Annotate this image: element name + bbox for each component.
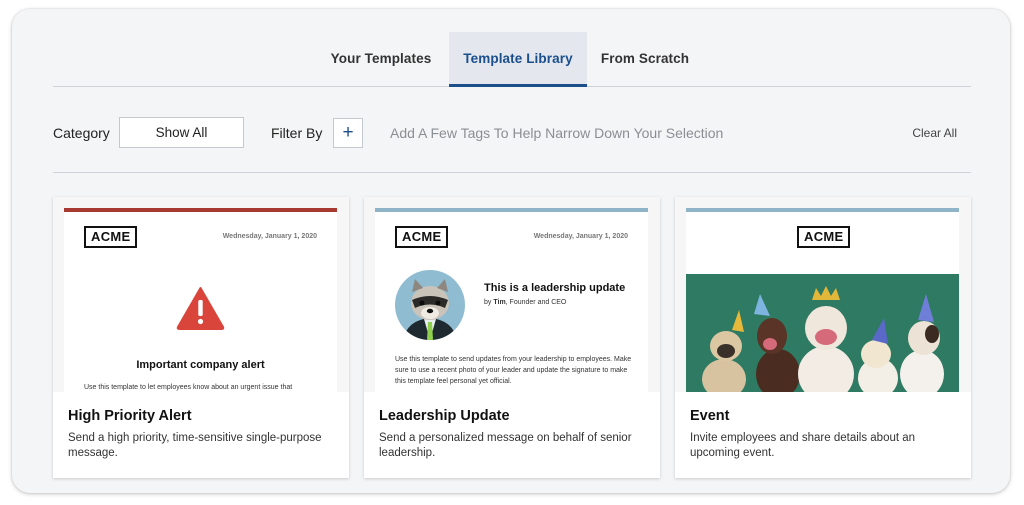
card-description: Send a personalized message on behalf of… bbox=[379, 432, 632, 459]
email-preview-sheet: ACME Wednesday, January 1, 2020 Importan… bbox=[64, 208, 337, 392]
header-accent-bar bbox=[686, 208, 959, 212]
preview-date: Wednesday, January 1, 2020 bbox=[533, 233, 628, 240]
card-info: Leadership Update Send a personalized me… bbox=[364, 392, 660, 478]
filter-bar: Category Show All Filter By + Add A Few … bbox=[53, 117, 971, 150]
template-card-event[interactable]: ACME Event Invite employees and share de… bbox=[675, 197, 971, 478]
tab-your-templates[interactable]: Your Templates bbox=[318, 32, 444, 86]
acme-logo: ACME bbox=[797, 226, 851, 248]
template-preview: ACME Wednesday, January 1, 2020 Importan… bbox=[53, 197, 349, 392]
template-card-leadership-update[interactable]: ACME Wednesday, January 1, 2020 This is … bbox=[364, 197, 660, 478]
preview-heading: This is a leadership update bbox=[484, 282, 626, 294]
preview-heading: Important company alert bbox=[136, 359, 265, 371]
preview-body: Use this template to let employees know … bbox=[84, 384, 293, 391]
email-preview-sheet: ACME Wednesday, January 1, 2020 This is … bbox=[375, 208, 648, 392]
clear-all-link[interactable]: Clear All bbox=[912, 117, 957, 150]
acme-logo: ACME bbox=[84, 226, 138, 248]
warning-triangle-icon bbox=[176, 287, 225, 330]
tab-template-library[interactable]: Template Library bbox=[449, 32, 587, 87]
category-select[interactable]: Show All bbox=[119, 117, 244, 148]
email-preview-sheet: ACME bbox=[686, 208, 959, 392]
byline-role: , Founder and CEO bbox=[505, 299, 567, 306]
preview-date: Wednesday, January 1, 2020 bbox=[222, 233, 317, 240]
template-picker-panel: Your Templates Template Library From Scr… bbox=[12, 9, 1010, 493]
template-tabs: Your Templates Template Library From Scr… bbox=[53, 32, 971, 87]
tag-input-placeholder[interactable]: Add A Few Tags To Help Narrow Down Your … bbox=[390, 117, 723, 150]
card-description: Send a high priority, time-sensitive sin… bbox=[68, 432, 322, 459]
card-description: Invite employees and share details about… bbox=[690, 432, 916, 459]
preview-body: Use this template to send updates from y… bbox=[395, 356, 632, 385]
acme-logo: ACME bbox=[395, 226, 449, 248]
template-preview: ACME Wednesday, January 1, 2020 This is … bbox=[364, 197, 660, 392]
leader-avatar bbox=[395, 270, 465, 340]
filter-by-label: Filter By bbox=[271, 125, 323, 141]
category-label: Category bbox=[53, 125, 110, 141]
header-accent-bar bbox=[64, 208, 337, 212]
party-dogs-image bbox=[686, 274, 959, 392]
byline-name: Tim bbox=[493, 299, 506, 306]
template-preview: ACME bbox=[675, 197, 971, 392]
raccoon-portrait-image bbox=[395, 270, 465, 340]
card-info: Event Invite employees and share details… bbox=[675, 392, 971, 478]
header-accent-bar bbox=[375, 208, 648, 212]
card-title: High Priority Alert bbox=[68, 408, 192, 424]
card-title: Event bbox=[690, 408, 730, 424]
template-card-high-priority-alert[interactable]: ACME Wednesday, January 1, 2020 Importan… bbox=[53, 197, 349, 478]
card-title: Leadership Update bbox=[379, 408, 510, 424]
preview-byline: by Tim, Founder and CEO bbox=[484, 299, 566, 306]
tab-from-scratch[interactable]: From Scratch bbox=[593, 32, 697, 86]
card-info: High Priority Alert Send a high priority… bbox=[53, 392, 349, 478]
byline-prefix: by bbox=[484, 299, 494, 306]
add-tag-button[interactable]: + bbox=[333, 118, 363, 148]
divider bbox=[53, 172, 971, 173]
